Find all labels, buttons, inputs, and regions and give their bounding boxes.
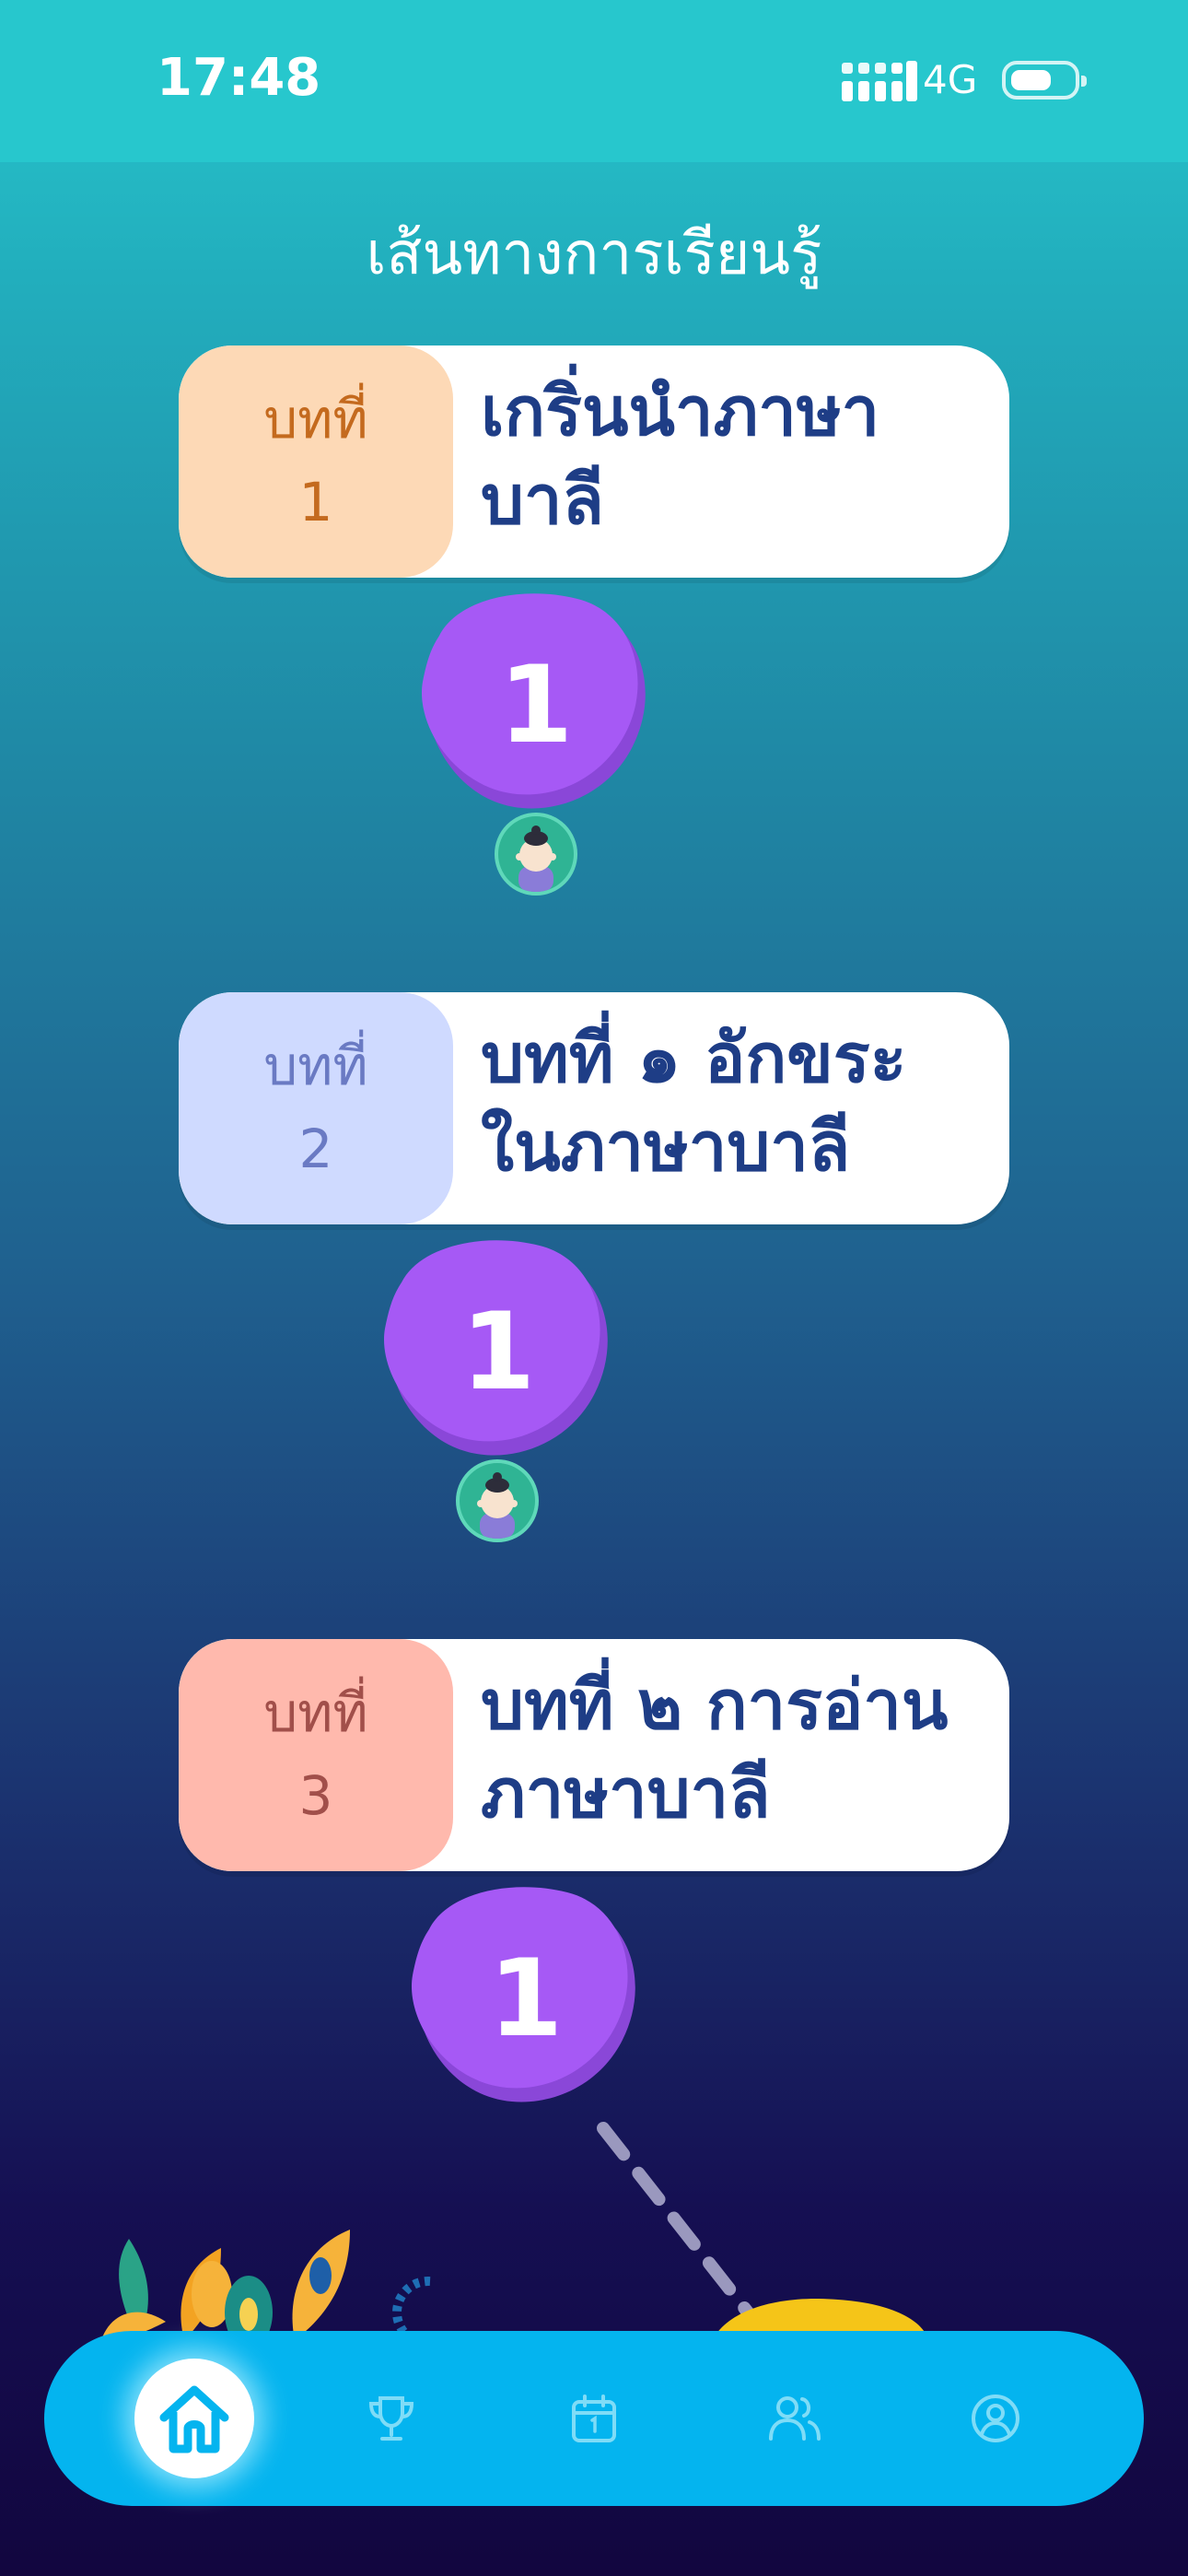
monk-avatar-icon [516,825,556,892]
level-node[interactable]: 1 [412,590,660,820]
nav-home-button[interactable] [134,2359,254,2478]
lesson-badge-number: 2 [298,1118,333,1180]
nav-leaderboard-button[interactable] [341,2368,442,2469]
lesson-badge-label: บทที่ [263,1035,368,1098]
lesson-title: เกริ่นนำภาษา บาลี [481,368,996,544]
level-number: 1 [498,643,574,767]
home-icon [159,2385,229,2453]
lesson-badge-number: 1 [298,471,333,533]
lesson-title-line: เกริ่นนำภาษา [481,372,880,451]
level-number: 1 [460,1290,536,1414]
nav-calendar-button[interactable] [543,2368,645,2469]
lesson-badge: บทที่ 3 [179,1639,453,1871]
level-node[interactable]: 1 [374,1236,623,1467]
lesson-title-line: บทที่ ๑ อักขระ [481,1019,907,1098]
lesson-badge: บทที่ 1 [179,345,453,578]
lesson-title-line: ในภาษาบาลี [481,1107,851,1188]
lesson-title-line: บาลี [481,461,604,541]
lesson-title: บทที่ ๑ อักขระ ในภาษาบาลี [481,1014,996,1191]
profile-icon [972,2395,1019,2442]
lesson-card[interactable]: บทที่ 1 เกริ่นนำภาษา บาลี [179,345,1009,578]
level-number: 1 [488,1937,564,2061]
lesson-title: บทที่ ๒ การอ่าน ภาษาบาลี [481,1661,996,1838]
lesson-card[interactable]: บทที่ 3 บทที่ ๒ การอ่าน ภาษาบาลี [179,1639,1009,1871]
lesson-title-line: บทที่ ๒ การอ่าน [481,1666,949,1745]
trophy-icon [368,2396,414,2441]
lesson-card[interactable]: บทที่ 2 บทที่ ๑ อักขระ ในภาษาบาลี [179,992,1009,1224]
calendar-icon [572,2395,616,2442]
level-node[interactable]: 1 [402,1883,650,2113]
nav-friends-button[interactable] [744,2368,845,2469]
friends-icon [769,2396,821,2441]
nav-profile-button[interactable] [945,2368,1046,2469]
lesson-badge-number: 3 [298,1764,333,1827]
lesson-title-line: ภาษาบาลี [481,1754,771,1834]
bottom-nav [44,2331,1144,2506]
avatar [495,813,577,896]
monk-avatar-icon [477,1472,518,1539]
lesson-badge-label: บทที่ [263,1681,368,1745]
plant-decoration [101,2230,433,2340]
lesson-badge: บทที่ 2 [179,992,453,1224]
lesson-badge-label: บทที่ [263,388,368,451]
avatar [456,1459,539,1542]
